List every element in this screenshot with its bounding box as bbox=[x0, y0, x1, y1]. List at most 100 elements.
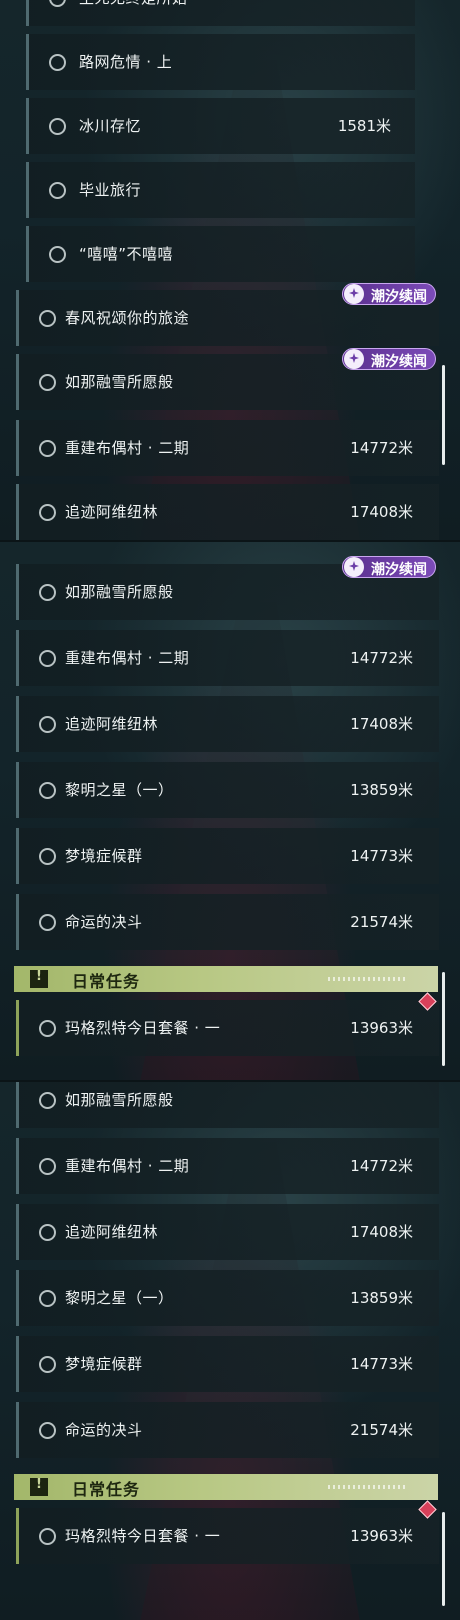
quest-label: 重建布偶村 · 二期 bbox=[65, 1157, 190, 1175]
quest-item[interactable]: 梦境症候群 14773米 bbox=[16, 828, 439, 884]
radio-circle-icon bbox=[39, 1158, 56, 1175]
badge-label: 潮汐续闻 bbox=[371, 289, 427, 305]
quest-label: 冰川存忆 bbox=[79, 117, 142, 135]
quest-label: 追迹阿维纽林 bbox=[65, 503, 159, 521]
quest-item[interactable]: 追迹阿维纽林 17408米 bbox=[16, 484, 439, 540]
quest-item[interactable]: 黎明之星（一） 13859米 bbox=[16, 762, 439, 818]
radio-circle-icon bbox=[39, 782, 56, 799]
quest-item[interactable]: “嘻嘻”不嘻嘻 bbox=[26, 226, 415, 282]
radio-circle-icon bbox=[39, 1092, 56, 1109]
quest-list-panel-3: 如那融雪所愿般 重建布偶村 · 二期 14772米 追迹阿维纽林 17408米 … bbox=[0, 1082, 460, 1620]
quest-distance: 1581米 bbox=[337, 117, 391, 135]
quest-label: 如那融雪所愿般 bbox=[65, 1091, 174, 1109]
quest-item[interactable]: 毕业旅行 bbox=[26, 162, 415, 218]
quest-label: 路网危情 · 上 bbox=[79, 53, 173, 71]
radio-circle-icon bbox=[39, 1290, 56, 1307]
daily-quest-item[interactable]: 玛格烈特今日套餐 · 一 13963米 bbox=[16, 1000, 439, 1056]
quest-label: 重建布偶村 · 二期 bbox=[65, 439, 190, 457]
quest-distance: 17408米 bbox=[350, 1223, 413, 1241]
quest-item[interactable]: 黎明之星（一） 13859米 bbox=[16, 1270, 439, 1326]
quest-label: “嘻嘻”不嘻嘻 bbox=[79, 245, 174, 263]
quest-item[interactable]: 重建布偶村 · 二期 14772米 bbox=[16, 1138, 439, 1194]
quest-label: 春风祝颂你的旅途 bbox=[65, 309, 190, 327]
radio-circle-icon bbox=[39, 440, 56, 457]
scrollbar[interactable] bbox=[442, 972, 445, 1066]
radio-circle-icon bbox=[49, 118, 66, 135]
radio-circle-icon bbox=[39, 1528, 56, 1545]
quest-list-panel-2: 潮汐续闻 如那融雪所愿般 潮汐续闻 重建布偶村 · 二期 14772米 追迹阿维… bbox=[0, 542, 460, 1080]
quest-label: 命运的决斗 bbox=[65, 1421, 143, 1439]
radio-circle-icon bbox=[39, 1422, 56, 1439]
radio-circle-icon bbox=[39, 1224, 56, 1241]
radio-circle-icon bbox=[39, 716, 56, 733]
radio-circle-icon bbox=[39, 584, 56, 601]
quest-distance: 14772米 bbox=[350, 1157, 413, 1175]
quest-item[interactable]: 如那融雪所愿般 bbox=[16, 1082, 439, 1128]
tidal-story-badge: 潮汐续闻 bbox=[342, 348, 436, 370]
quest-distance: 17408米 bbox=[350, 503, 413, 521]
quest-item[interactable]: 重建布偶村 · 二期 14772米 bbox=[16, 630, 439, 686]
radio-circle-icon bbox=[39, 1356, 56, 1373]
quest-label: 如那融雪所愿般 bbox=[65, 583, 174, 601]
quest-list-panel-1: 生死无终是所始 路网危情 · 上 冰川存忆 1581米 毕业旅行 “嘻嘻”不嘻嘻… bbox=[0, 0, 460, 540]
radio-circle-icon bbox=[39, 310, 56, 327]
radio-circle-icon bbox=[39, 650, 56, 667]
quest-label: 命运的决斗 bbox=[65, 913, 143, 931]
section-title: 日常任务 bbox=[72, 1480, 141, 1499]
quest-item[interactable]: 追迹阿维纽林 17408米 bbox=[16, 696, 439, 752]
quest-distance: 13963米 bbox=[350, 1019, 413, 1037]
quest-item[interactable]: 命运的决斗 21574米 bbox=[16, 1402, 439, 1458]
daily-quest-item[interactable]: 玛格烈特今日套餐 · 一 13963米 bbox=[16, 1508, 439, 1564]
scrollbar[interactable] bbox=[442, 1512, 445, 1606]
radio-circle-icon bbox=[49, 54, 66, 71]
radio-circle-icon bbox=[49, 0, 66, 7]
radio-circle-icon bbox=[49, 246, 66, 263]
badge-label: 潮汐续闻 bbox=[371, 354, 427, 370]
radio-circle-icon bbox=[39, 374, 56, 391]
exclamation-icon: ! bbox=[30, 1477, 48, 1496]
sparkle-icon bbox=[344, 349, 364, 369]
quest-label: 追迹阿维纽林 bbox=[65, 715, 159, 733]
header-decoration bbox=[328, 1485, 408, 1489]
tidal-story-badge-overlay: 潮汐续闻 bbox=[342, 556, 436, 578]
header-decoration bbox=[328, 977, 408, 981]
quest-distance: 21574米 bbox=[350, 1421, 413, 1439]
quest-distance: 13859米 bbox=[350, 781, 413, 799]
quest-label: 黎明之星（一） bbox=[65, 1289, 174, 1307]
quest-label: 梦境症候群 bbox=[65, 847, 143, 865]
quest-label: 玛格烈特今日套餐 · 一 bbox=[65, 1527, 221, 1545]
quest-item-partial-top[interactable]: 生死无终是所始 bbox=[26, 0, 415, 26]
quest-item[interactable]: 追迹阿维纽林 17408米 bbox=[16, 1204, 439, 1260]
quest-distance: 13859米 bbox=[350, 1289, 413, 1307]
quest-distance: 14772米 bbox=[350, 649, 413, 667]
daily-tasks-header[interactable]: ! 日常任务 bbox=[14, 966, 438, 992]
radio-circle-icon bbox=[39, 914, 56, 931]
scrollbar[interactable] bbox=[442, 365, 445, 465]
quest-item[interactable]: 命运的决斗 21574米 bbox=[16, 894, 439, 950]
quest-distance: 21574米 bbox=[350, 913, 413, 931]
tidal-story-badge: 潮汐续闻 bbox=[342, 283, 436, 305]
quest-item[interactable]: 路网危情 · 上 bbox=[26, 34, 415, 90]
quest-distance: 17408米 bbox=[350, 715, 413, 733]
sparkle-icon bbox=[344, 557, 364, 577]
exclamation-icon: ! bbox=[30, 969, 48, 988]
quest-distance: 14773米 bbox=[350, 1355, 413, 1373]
quest-label: 梦境症候群 bbox=[65, 1355, 143, 1373]
quest-item[interactable]: 冰川存忆 1581米 bbox=[26, 98, 415, 154]
quest-label: 黎明之星（一） bbox=[65, 781, 174, 799]
quest-item[interactable]: 梦境症候群 14773米 bbox=[16, 1336, 439, 1392]
quest-distance: 14773米 bbox=[350, 847, 413, 865]
quest-distance: 13963米 bbox=[350, 1527, 413, 1545]
radio-circle-icon bbox=[39, 504, 56, 521]
radio-circle-icon bbox=[39, 848, 56, 865]
section-title: 日常任务 bbox=[72, 972, 141, 991]
quest-distance: 14772米 bbox=[350, 439, 413, 457]
quest-label: 生死无终是所始 bbox=[79, 0, 188, 8]
sparkle-icon bbox=[344, 284, 364, 304]
quest-label: 毕业旅行 bbox=[79, 181, 142, 199]
quest-label: 如那融雪所愿般 bbox=[65, 373, 174, 391]
radio-circle-icon bbox=[49, 182, 66, 199]
quest-item[interactable]: 重建布偶村 · 二期 14772米 bbox=[16, 420, 439, 476]
radio-circle-icon bbox=[39, 1020, 56, 1037]
daily-tasks-header[interactable]: ! 日常任务 bbox=[14, 1474, 438, 1500]
